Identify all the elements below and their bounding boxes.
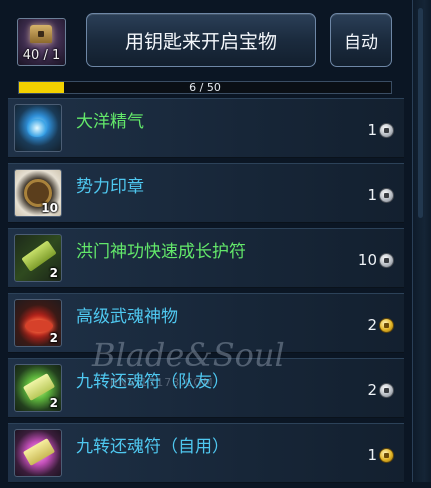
reward-row[interactable]: 2 高级武魂神物 2 bbox=[8, 293, 404, 353]
item-cost: 10 bbox=[358, 250, 394, 270]
cost-value: 1 bbox=[367, 121, 377, 139]
item-name: 高级武魂神物 bbox=[76, 307, 178, 327]
item-quantity: 10 bbox=[41, 201, 58, 215]
martial-soul-relic-icon: 2 bbox=[14, 299, 62, 347]
cost-value: 2 bbox=[367, 316, 377, 334]
faction-seal-icon: 10 bbox=[14, 169, 62, 217]
reward-list: 大洋精气 1 10 势力印章 1 2 洪门神功快速成长护符 10 2 高级武魂神物 2 2 九转还魂符（… bbox=[8, 98, 404, 488]
item-cost: 2 bbox=[367, 380, 394, 400]
gold-key-icon bbox=[379, 317, 394, 333]
item-name: 势力印章 bbox=[76, 177, 144, 197]
item-name: 洪门神功快速成长护符 bbox=[76, 242, 246, 262]
silver-key-icon bbox=[379, 187, 394, 203]
item-quantity: 2 bbox=[49, 331, 58, 345]
item-name: 九转还魂符（队友） bbox=[76, 372, 229, 392]
scrollbar[interactable] bbox=[412, 0, 431, 482]
revival-charm-self-icon bbox=[14, 429, 62, 477]
reward-row[interactable]: 2 九转还魂符（队友） 2 bbox=[8, 358, 404, 418]
item-cost: 1 bbox=[367, 185, 394, 205]
open-with-key-button[interactable]: 用钥匙来开启宝物 bbox=[86, 13, 316, 67]
growth-talisman-icon: 2 bbox=[14, 234, 62, 282]
scrollbar-thumb[interactable] bbox=[418, 8, 423, 218]
cost-value: 1 bbox=[367, 186, 377, 204]
item-cost: 1 bbox=[367, 120, 394, 140]
treasure-chest-icon: 40 / 1 bbox=[17, 18, 66, 66]
progress-label: 6 / 50 bbox=[189, 81, 221, 94]
revival-charm-team-icon: 2 bbox=[14, 364, 62, 412]
item-cost: 2 bbox=[367, 315, 394, 335]
item-quantity: 2 bbox=[49, 266, 58, 280]
cost-value: 1 bbox=[367, 446, 377, 464]
cost-value: 10 bbox=[357, 251, 377, 269]
item-name: 九转还魂符（自用） bbox=[76, 437, 229, 457]
silver-key-icon bbox=[379, 382, 394, 398]
reward-row[interactable]: 九转还魂符（自用） 1 bbox=[8, 423, 404, 483]
auto-button[interactable]: 自动 bbox=[330, 13, 392, 67]
ocean-essence-icon bbox=[14, 104, 62, 152]
open-progress-bar: 6 / 50 bbox=[18, 81, 392, 94]
item-quantity: 2 bbox=[49, 396, 58, 410]
treasure-header: 40 / 1 用钥匙来开启宝物 自动 bbox=[0, 0, 412, 78]
chest-graphic bbox=[30, 25, 52, 43]
silver-key-icon bbox=[379, 252, 394, 268]
gold-key-icon bbox=[379, 447, 394, 463]
reward-row[interactable]: 2 洪门神功快速成长护符 10 bbox=[8, 228, 404, 288]
item-name: 大洋精气 bbox=[76, 112, 144, 132]
cost-value: 2 bbox=[367, 381, 377, 399]
reward-row[interactable]: 10 势力印章 1 bbox=[8, 163, 404, 223]
key-count: 40 / 1 bbox=[22, 48, 61, 63]
reward-row[interactable]: 大洋精气 1 bbox=[8, 98, 404, 158]
silver-key-icon bbox=[379, 122, 394, 138]
item-cost: 1 bbox=[367, 445, 394, 465]
